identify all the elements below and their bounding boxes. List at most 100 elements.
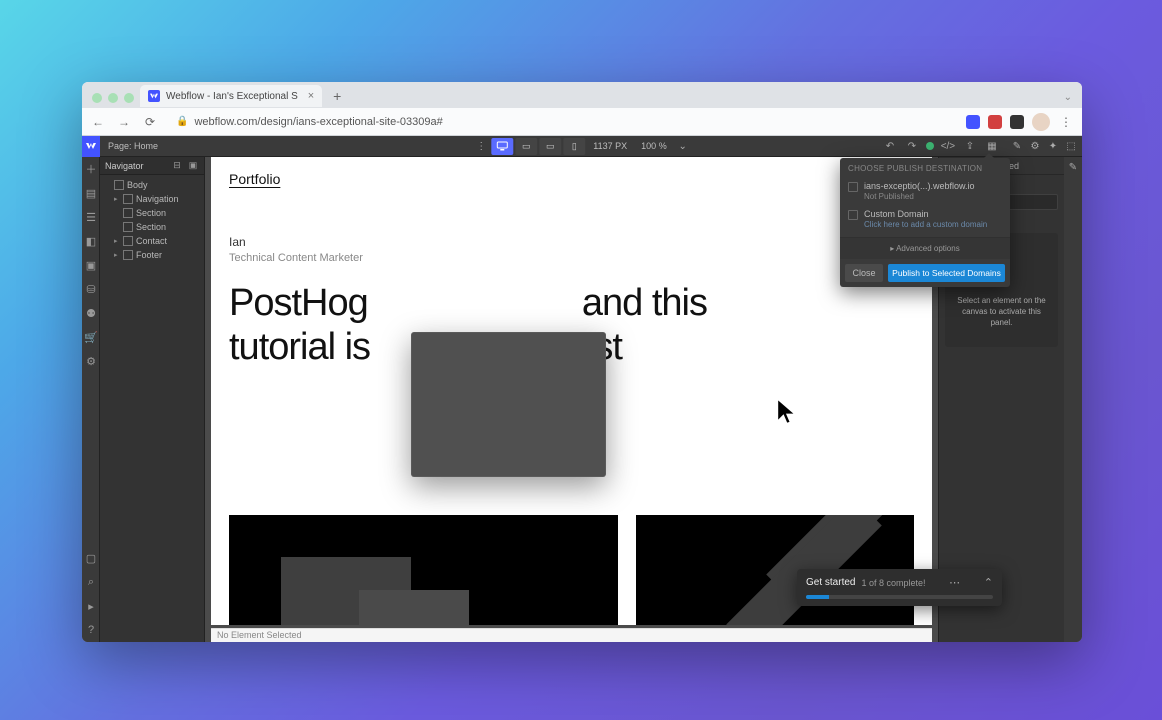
element-icon: [123, 222, 133, 232]
browser-tab[interactable]: Webflow - Ian's Exceptional S ×: [140, 85, 322, 107]
desktop-viewport-button[interactable]: [491, 138, 513, 155]
toast-progress-bar: [806, 595, 993, 599]
kebab-icon[interactable]: ⋮: [473, 138, 489, 154]
status-bar: No Element Selected: [211, 628, 932, 642]
new-tab-button[interactable]: +: [328, 87, 346, 105]
settings-icon[interactable]: ⚙: [82, 349, 100, 373]
extension-icon[interactable]: [1010, 115, 1024, 129]
tree-item-label: Navigation: [136, 194, 179, 204]
toast-title: Get started: [806, 577, 855, 588]
tab-title: Webflow - Ian's Exceptional S: [166, 91, 298, 102]
portfolio-card[interactable]: [229, 515, 618, 625]
zoom-level[interactable]: 100 %: [635, 141, 673, 151]
author-name: Ian: [229, 235, 914, 249]
tree-item[interactable]: ▸ Navigation: [100, 192, 204, 206]
assets-icon[interactable]: ▣: [82, 253, 100, 277]
tree-item-label: Section: [136, 208, 166, 218]
components-icon[interactable]: ◧: [82, 229, 100, 253]
close-button[interactable]: Close: [845, 264, 883, 282]
custom-domain-row[interactable]: Custom Domain Click here to add a custom…: [840, 205, 1010, 233]
navigator-icon[interactable]: ☰: [82, 205, 100, 229]
get-started-toast: Get started 1 of 8 complete! ⋯ ⌃: [797, 569, 1002, 606]
tree-item[interactable]: ▸Footer: [100, 248, 204, 262]
extension-icon[interactable]: [988, 115, 1002, 129]
profile-avatar[interactable]: [1032, 113, 1050, 131]
window-controls: [92, 93, 134, 103]
ecommerce-icon[interactable]: 🛒: [82, 325, 100, 349]
chevron-up-icon[interactable]: ⌃: [984, 576, 993, 589]
site-brand[interactable]: Portfolio: [229, 171, 280, 187]
minimize-traffic-light[interactable]: [108, 93, 118, 103]
extension-icon[interactable]: [966, 115, 980, 129]
redo-icon[interactable]: ↷: [904, 138, 920, 154]
advanced-options-toggle[interactable]: ▸ Advanced options: [840, 237, 1010, 259]
forward-button[interactable]: →: [116, 114, 132, 130]
mobile-portrait-button[interactable]: ▯: [563, 138, 585, 155]
toast-progress-text: 1 of 8 complete!: [861, 578, 925, 588]
add-elements-icon[interactable]: ＋: [82, 157, 100, 181]
reload-button[interactable]: ⟳: [142, 114, 158, 130]
element-icon: [123, 250, 133, 260]
collapse-icon[interactable]: ⊟: [171, 160, 183, 172]
close-icon[interactable]: ×: [304, 90, 314, 102]
navigator-tree: Body ▸ Navigation Section Section ▸Contact▸Fo…: [100, 175, 204, 265]
cursor-pointer-icon: [776, 398, 800, 433]
undo-icon[interactable]: ↶: [882, 138, 898, 154]
author-role: Technical Content Marketer: [229, 252, 914, 264]
chevron-right-icon: ▸: [114, 251, 120, 259]
webflow-logo[interactable]: [82, 136, 100, 157]
tree-item-label: Section: [136, 222, 166, 232]
url-text: webflow.com/design/ians-exceptional-site…: [194, 116, 442, 128]
publish-confirm-label: Publish to Selected Domains: [892, 268, 1001, 278]
cms-icon[interactable]: ⛁: [82, 277, 100, 301]
publish-domain-row[interactable]: ians-exceptio(...).webflow.io Not Publis…: [840, 177, 1010, 205]
tree-item[interactable]: Section: [100, 220, 204, 234]
more-icon[interactable]: ⋯: [949, 576, 960, 589]
maximize-traffic-light[interactable]: [124, 93, 134, 103]
users-icon[interactable]: ⚉: [82, 301, 100, 325]
tree-item[interactable]: Section: [100, 206, 204, 220]
floating-dialog[interactable]: [411, 332, 606, 477]
tabs-dropdown-icon[interactable]: ⌄: [1064, 92, 1072, 103]
navigator-header: Navigator ⊟ ▣: [100, 157, 204, 175]
help-icon[interactable]: ?: [82, 618, 100, 642]
back-button[interactable]: ←: [90, 114, 106, 130]
hero-word: PostHog: [229, 282, 368, 324]
design-canvas[interactable]: Portfolio HOM Ian Technical Content Mark…: [211, 157, 932, 625]
effects-tab-icon[interactable]: ⬚: [1062, 137, 1080, 155]
custom-domain-label: Custom Domain: [864, 209, 987, 219]
checkbox-icon[interactable]: [848, 210, 858, 220]
style-tab-icon[interactable]: ✎: [1008, 137, 1026, 155]
navigator-panel: Navigator ⊟ ▣ Body ▸ Navigation Section Sect…: [100, 157, 205, 642]
close-label: Close: [852, 268, 875, 278]
code-icon[interactable]: </>: [940, 138, 956, 154]
right-icon-rail: ✎: [1064, 157, 1082, 642]
chevron-right-icon: ▸: [114, 195, 120, 203]
tablet-viewport-button[interactable]: ▭: [515, 138, 537, 155]
interactions-tab-icon[interactable]: ✦: [1044, 137, 1062, 155]
tab-strip: Webflow - Ian's Exceptional S × +: [140, 85, 346, 107]
page-label[interactable]: Page: Home: [108, 141, 158, 151]
element-icon: [123, 208, 133, 218]
tree-item[interactable]: ▸Contact: [100, 234, 204, 248]
audit-icon[interactable]: ▢: [82, 546, 100, 570]
preview-icon[interactable]: ▦: [984, 138, 1000, 154]
settings-tab-icon[interactable]: ⚙: [1026, 137, 1044, 155]
publish-heading: CHOOSE PUBLISH DESTINATION: [840, 158, 1010, 177]
kebab-icon[interactable]: ⋮: [1058, 114, 1074, 130]
close-traffic-light[interactable]: [92, 93, 102, 103]
url-bar[interactable]: 🔒 webflow.com/design/ians-exceptional-si…: [168, 116, 956, 128]
pages-icon[interactable]: ▤: [82, 181, 100, 205]
export-icon[interactable]: ⇪: [962, 138, 978, 154]
search-icon[interactable]: ⌕: [82, 570, 100, 594]
mobile-landscape-button[interactable]: ▭: [539, 138, 561, 155]
checkbox-icon[interactable]: [848, 182, 858, 192]
video-icon[interactable]: ▸: [82, 594, 100, 618]
brush-icon[interactable]: ✎: [1064, 158, 1082, 176]
chevron-down-icon[interactable]: ⌄: [675, 138, 691, 154]
tree-item[interactable]: Body: [100, 178, 204, 192]
pin-icon[interactable]: ▣: [187, 160, 199, 172]
chevron-right-icon: ▸: [114, 237, 120, 245]
element-icon: [114, 180, 124, 190]
publish-confirm-button[interactable]: Publish to Selected Domains: [888, 264, 1005, 282]
